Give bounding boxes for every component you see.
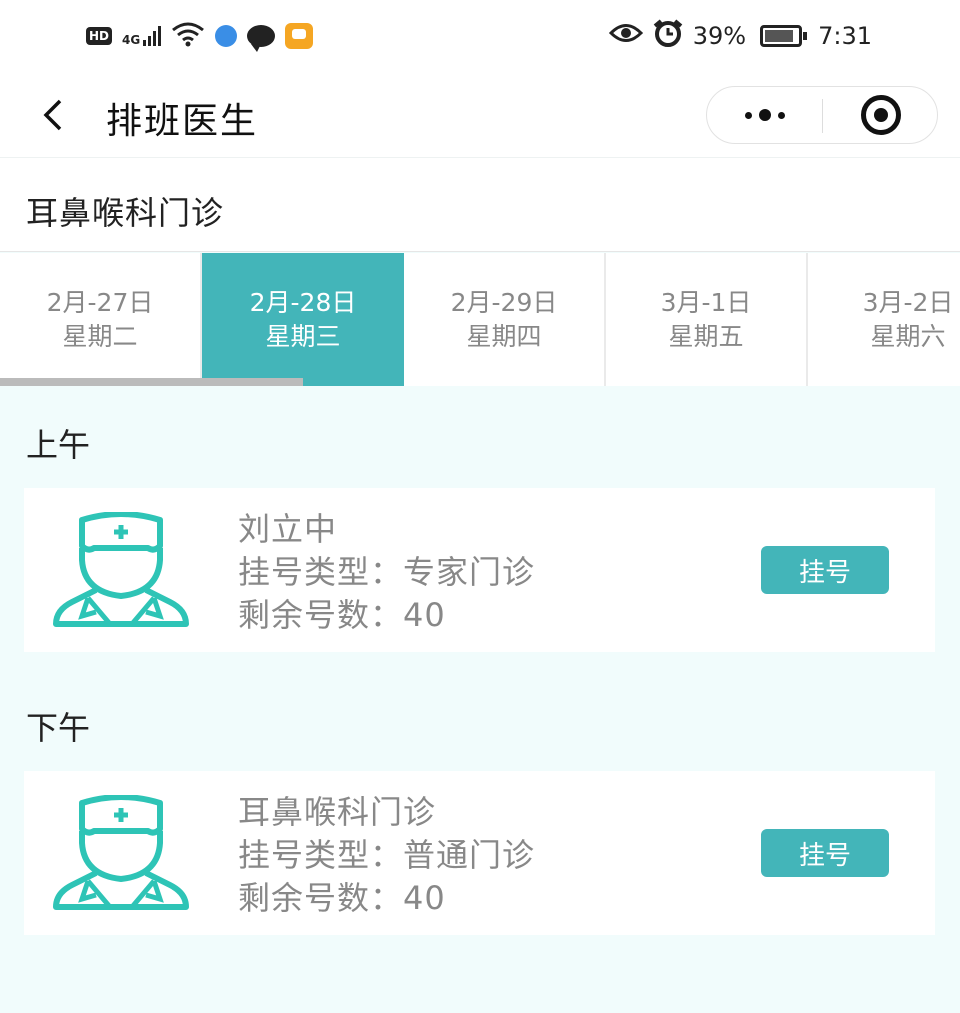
register-button[interactable]: 挂号 (761, 829, 889, 877)
wifi-icon (171, 21, 205, 51)
date-tab-weekday: 星期六 (870, 321, 946, 351)
remaining-count: 剩余号数：40 (238, 879, 446, 917)
doctor-name: 耳鼻喉科门诊 (238, 793, 437, 831)
page-title: 排班医生 (106, 101, 259, 142)
close-mini-program-button[interactable] (823, 87, 938, 143)
eye-icon (608, 22, 643, 50)
date-tab-date: 2月-29日 (450, 287, 558, 317)
register-button[interactable]: 挂号 (761, 546, 889, 594)
clock-time: 7:31 (818, 22, 872, 50)
back-button[interactable] (36, 98, 70, 132)
network-label: 4G (122, 33, 141, 47)
nav-bar: 排班医生 (0, 72, 960, 158)
doctor-avatar-icon (52, 794, 190, 911)
date-tab-selected[interactable]: 2月-28日 星期三 (202, 253, 404, 386)
status-left-icons: HD 4G (86, 21, 314, 52)
remaining-count: 剩余号数：40 (238, 596, 446, 634)
date-tab[interactable]: 2月-29日 星期四 (404, 253, 606, 386)
doctor-name: 刘立中 (238, 510, 338, 548)
doctor-info: 耳鼻喉科门诊 挂号类型：普通门诊 剩余号数：40 (238, 791, 535, 920)
more-button[interactable] (707, 87, 822, 143)
date-tab-bar[interactable]: 2月-27日 星期二 2月-28日 星期三 2月-29日 星期四 3月-1日 星… (0, 253, 960, 386)
app-orange-icon (285, 23, 314, 49)
date-tab[interactable]: 3月-1日 星期五 (606, 253, 808, 386)
morning-section-title: 上午 (26, 426, 91, 464)
battery-percent: 39% (692, 22, 747, 50)
status-right: 39% 7:31 (608, 19, 872, 53)
date-tab-weekday: 星期五 (668, 321, 744, 351)
tab-scrollbar[interactable] (0, 378, 303, 386)
department-header: 耳鼻喉科门诊 (0, 158, 960, 252)
hd-icon: HD (86, 27, 113, 45)
date-tab[interactable]: 2月-27日 星期二 (0, 253, 202, 386)
chat-icon (247, 25, 276, 52)
date-tab-weekday: 星期四 (466, 321, 542, 351)
back-arrow-icon (43, 99, 62, 131)
date-tab-date: 2月-27日 (46, 287, 154, 317)
app-blue-icon (215, 25, 238, 47)
status-bar: HD 4G 39% 7:31 (0, 0, 960, 72)
department-name: 耳鼻喉科门诊 (26, 194, 225, 232)
doctor-card-morning: 刘立中 挂号类型：专家门诊 剩余号数：40 挂号 (24, 488, 935, 652)
date-tab[interactable]: 3月-2日 星期六 (808, 253, 960, 386)
doctor-card-afternoon: 耳鼻喉科门诊 挂号类型：普通门诊 剩余号数：40 挂号 (24, 771, 935, 935)
date-tab-weekday: 星期三 (265, 321, 341, 351)
registration-type: 挂号类型：普通门诊 (238, 836, 536, 874)
target-close-icon (860, 95, 901, 135)
more-dots-icon (744, 111, 752, 119)
doctor-info: 刘立中 挂号类型：专家门诊 剩余号数：40 (238, 508, 535, 637)
date-tab-weekday: 星期二 (62, 321, 138, 351)
date-tab-date: 3月-1日 (660, 287, 752, 317)
mini-program-capsule (706, 86, 938, 144)
date-tab-date: 2月-28日 (249, 287, 357, 317)
alarm-icon (653, 19, 683, 53)
afternoon-section-title: 下午 (26, 709, 91, 747)
signal-4g-icon: 4G (122, 26, 162, 47)
battery-icon (760, 25, 808, 47)
date-tab-date: 3月-2日 (862, 287, 954, 317)
doctor-avatar-icon (52, 511, 190, 628)
registration-type: 挂号类型：专家门诊 (238, 553, 536, 591)
